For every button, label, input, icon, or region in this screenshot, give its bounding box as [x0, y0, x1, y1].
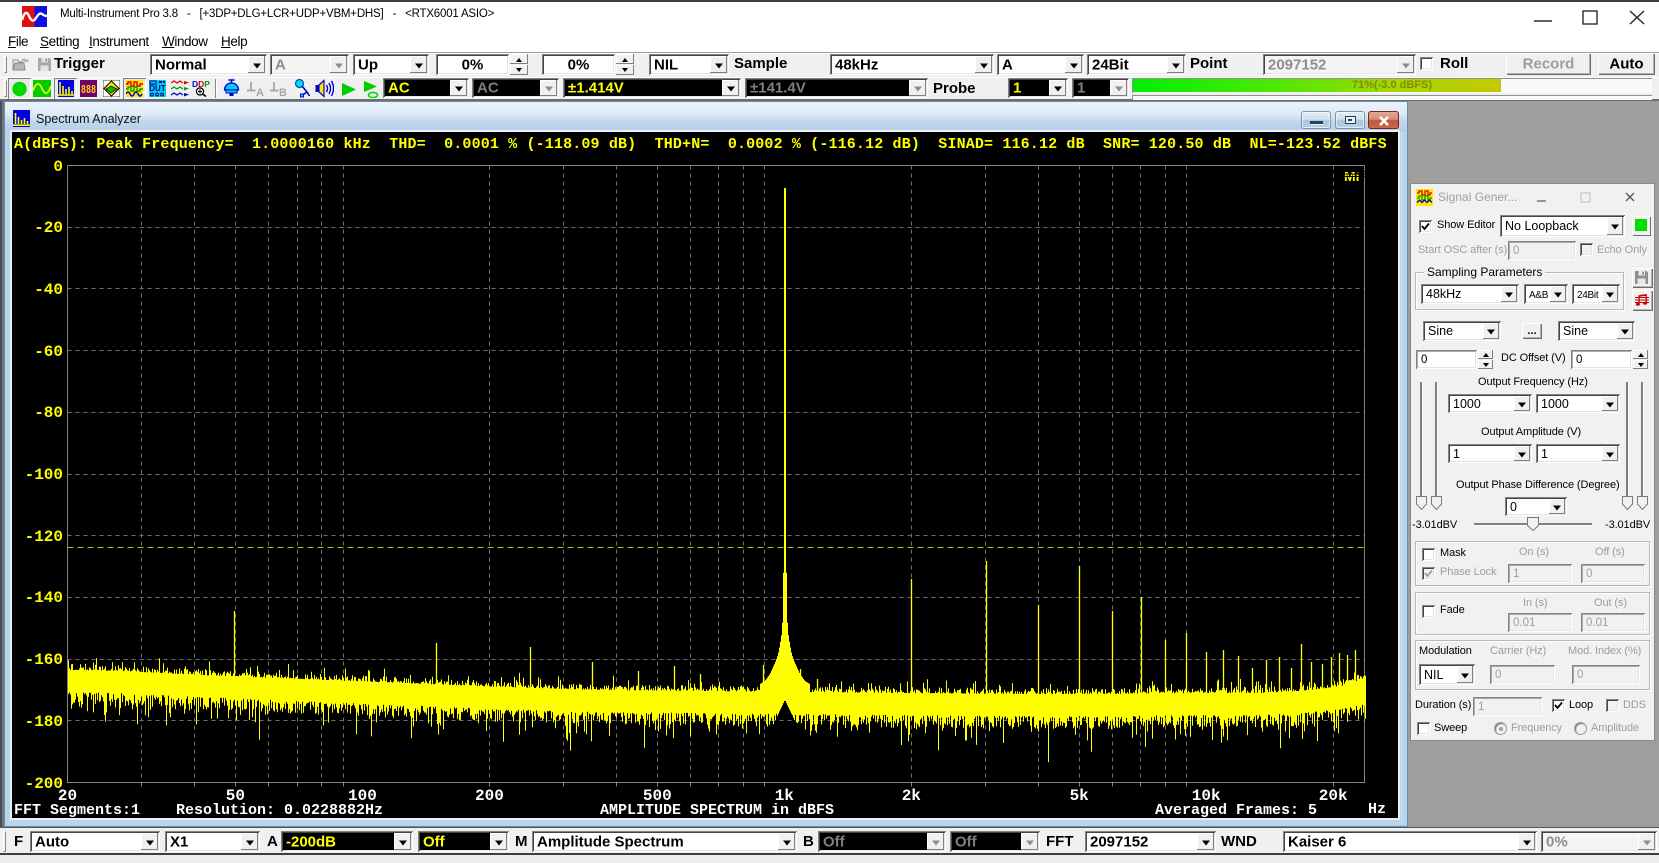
svg-text:B: B — [279, 87, 287, 96]
svg-text:888: 888 — [81, 83, 96, 97]
svg-text:A: A — [256, 87, 264, 96]
svg-text:Mi: Mi — [1344, 169, 1360, 182]
svg-text:DUT: DUT — [149, 84, 166, 93]
